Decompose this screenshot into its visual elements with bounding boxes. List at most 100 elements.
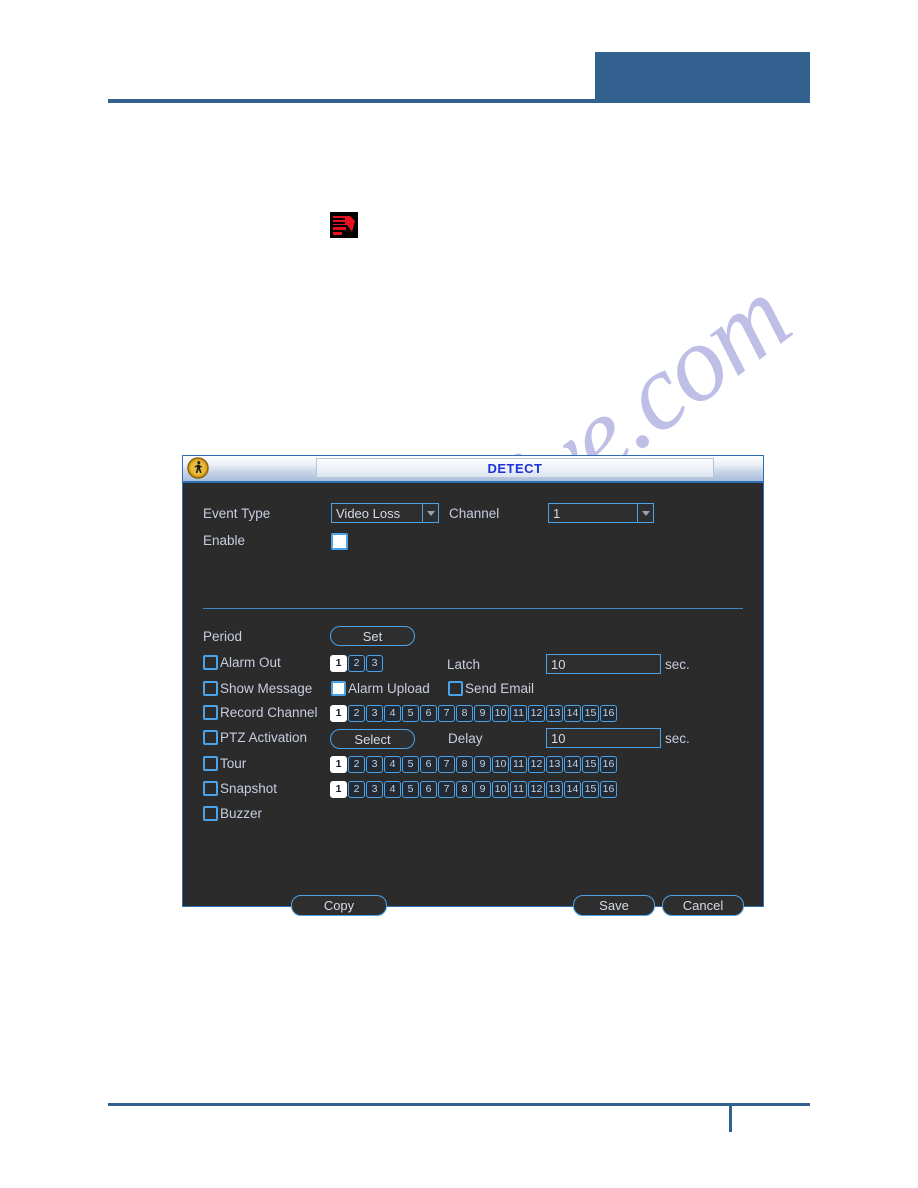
channel-chip[interactable]: 6 <box>420 756 437 773</box>
channel-chip[interactable]: 9 <box>474 781 491 798</box>
chevron-down-icon[interactable] <box>637 504 653 522</box>
event-type-select[interactable]: Video Loss <box>331 503 439 523</box>
channel-chip[interactable]: 7 <box>438 705 455 722</box>
channel-chip[interactable]: 12 <box>528 705 545 722</box>
dialog-titlebar: DETECT <box>183 456 763 483</box>
channel-chip[interactable]: 11 <box>510 756 527 773</box>
enable-checkbox[interactable] <box>331 533 348 550</box>
tour-label: Tour <box>220 756 247 771</box>
alarm-out-chip[interactable]: 2 <box>348 655 365 672</box>
channel-chip[interactable]: 15 <box>582 781 599 798</box>
channel-chip[interactable]: 3 <box>366 705 383 722</box>
channel-chip[interactable]: 10 <box>492 781 509 798</box>
save-button[interactable]: Save <box>573 895 655 916</box>
dialog-title: DETECT <box>487 460 543 476</box>
channel-chip[interactable]: 2 <box>348 705 365 722</box>
channel-chip[interactable]: 5 <box>402 756 419 773</box>
channel-chip[interactable]: 9 <box>474 705 491 722</box>
channel-chip[interactable]: 10 <box>492 756 509 773</box>
event-type-value: Video Loss <box>336 505 401 521</box>
section-divider <box>203 608 743 609</box>
channel-chip[interactable]: 16 <box>600 756 617 773</box>
page-header-color-block <box>595 52 810 102</box>
channel-chip[interactable]: 4 <box>384 756 401 773</box>
cancel-button[interactable]: Cancel <box>662 895 744 916</box>
channel-chip[interactable]: 13 <box>546 781 563 798</box>
enable-label: Enable <box>203 533 246 548</box>
channel-chip[interactable]: 14 <box>564 756 581 773</box>
chevron-down-icon[interactable] <box>422 504 438 522</box>
channel-chip[interactable]: 7 <box>438 756 455 773</box>
send-email-label: Send Email <box>465 681 535 696</box>
channel-chip[interactable]: 3 <box>366 756 383 773</box>
channel-chip[interactable]: 13 <box>546 756 563 773</box>
period-label: Period <box>203 629 243 644</box>
channel-chip[interactable]: 3 <box>366 781 383 798</box>
snapshot-chips: 1 2 3 4 5 6 7 8 9 10 11 12 13 14 15 16 <box>330 781 617 798</box>
save-label: Save <box>599 898 629 913</box>
red-arrow-logo-icon <box>330 212 358 238</box>
ptz-activation-checkbox[interactable] <box>203 730 218 745</box>
channel-chip[interactable]: 5 <box>402 705 419 722</box>
copy-button[interactable]: Copy <box>291 895 387 916</box>
record-channel-label: Record Channel <box>220 705 318 720</box>
channel-chip[interactable]: 1 <box>330 705 347 722</box>
channel-chip[interactable]: 14 <box>564 781 581 798</box>
ptz-select-label: Select <box>354 731 391 747</box>
latch-unit: sec. <box>665 657 690 672</box>
ptz-select-button[interactable]: Select <box>330 729 415 749</box>
channel-chip[interactable]: 2 <box>348 781 365 798</box>
latch-value: 10 <box>551 656 566 672</box>
alarm-out-chip[interactable]: 1 <box>330 655 347 672</box>
channel-chip[interactable]: 15 <box>582 705 599 722</box>
channel-chip[interactable]: 4 <box>384 781 401 798</box>
channel-chip[interactable]: 8 <box>456 756 473 773</box>
ptz-activation-row: PTZ Activation <box>203 730 307 745</box>
channel-chip[interactable]: 16 <box>600 781 617 798</box>
show-message-label: Show Message <box>220 681 313 696</box>
channel-chip[interactable]: 8 <box>456 705 473 722</box>
channel-chip[interactable]: 11 <box>510 781 527 798</box>
channel-chip[interactable]: 8 <box>456 781 473 798</box>
walking-person-icon <box>187 457 209 479</box>
alarm-out-checkbox[interactable] <box>203 655 218 670</box>
channel-chip[interactable]: 5 <box>402 781 419 798</box>
show-message-row: Show Message <box>203 681 312 696</box>
channel-chip[interactable]: 1 <box>330 756 347 773</box>
alarm-upload-checkbox[interactable] <box>331 681 346 696</box>
channel-chip[interactable]: 15 <box>582 756 599 773</box>
channel-chip[interactable]: 12 <box>528 756 545 773</box>
channel-chip[interactable]: 1 <box>330 781 347 798</box>
period-set-button[interactable]: Set <box>330 626 415 646</box>
channel-chip[interactable]: 10 <box>492 705 509 722</box>
delay-input[interactable]: 10 <box>546 728 661 748</box>
snapshot-row: Snapshot <box>203 781 277 796</box>
channel-chip[interactable]: 6 <box>420 705 437 722</box>
buzzer-checkbox[interactable] <box>203 806 218 821</box>
channel-chip[interactable]: 7 <box>438 781 455 798</box>
channel-chip[interactable]: 2 <box>348 756 365 773</box>
record-channel-checkbox[interactable] <box>203 705 218 720</box>
send-email-row: Send Email <box>448 681 534 696</box>
alarm-upload-label: Alarm Upload <box>348 681 430 696</box>
alarm-out-chip[interactable]: 3 <box>366 655 383 672</box>
channel-chip[interactable]: 4 <box>384 705 401 722</box>
event-type-label: Event Type <box>203 506 271 521</box>
channel-chip[interactable]: 14 <box>564 705 581 722</box>
tour-checkbox[interactable] <box>203 756 218 771</box>
alarm-out-row: Alarm Out <box>203 655 281 670</box>
show-message-checkbox[interactable] <box>203 681 218 696</box>
channel-chip[interactable]: 16 <box>600 705 617 722</box>
latch-input[interactable]: 10 <box>546 654 661 674</box>
channel-chip[interactable]: 13 <box>546 705 563 722</box>
send-email-checkbox[interactable] <box>448 681 463 696</box>
channel-select[interactable]: 1 <box>548 503 654 523</box>
tour-row: Tour <box>203 756 246 771</box>
alarm-out-label: Alarm Out <box>220 655 281 670</box>
channel-chip[interactable]: 9 <box>474 756 491 773</box>
channel-chip[interactable]: 12 <box>528 781 545 798</box>
channel-chip[interactable]: 6 <box>420 781 437 798</box>
snapshot-checkbox[interactable] <box>203 781 218 796</box>
delay-unit: sec. <box>665 731 690 746</box>
channel-chip[interactable]: 11 <box>510 705 527 722</box>
